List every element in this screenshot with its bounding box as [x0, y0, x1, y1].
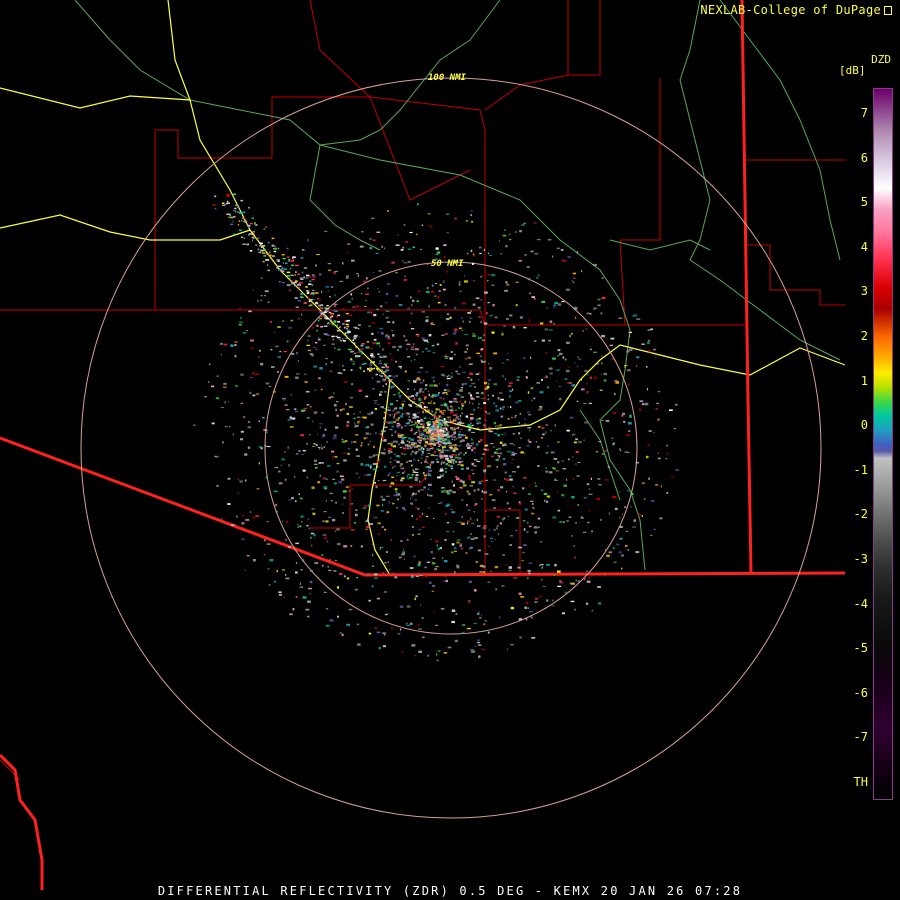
legend-tick-label: 1	[860, 373, 868, 388]
legend-tick-label: 4	[860, 239, 868, 254]
legend-tick-label: 0	[860, 418, 868, 433]
legend-tick-label: -3	[853, 552, 868, 566]
radar-viewport: 100 NMI 50 NMI NEXLAB-College of DuPage …	[0, 0, 900, 900]
legend-unit: [dB]	[839, 64, 866, 77]
legend-tick-label: -7	[853, 730, 868, 745]
legend-tick-label: -1	[853, 462, 868, 477]
legend-tick-label: -5	[853, 641, 868, 656]
highways	[0, 0, 846, 576]
legend-tick-label: 5	[860, 195, 868, 210]
legend-tick-label: 3	[860, 284, 868, 299]
credit-text: NEXLAB-College of DuPage	[700, 3, 881, 17]
legend-tick-label: -6	[853, 685, 868, 700]
legend-tick-label: -2	[853, 507, 868, 522]
state-borders	[0, 0, 846, 890]
range-ring-label-100: 100 NMI	[428, 73, 466, 83]
legend-tick-label: 7	[860, 106, 868, 120]
legend-title: DZD	[871, 53, 891, 66]
external-link-icon	[884, 6, 892, 15]
credit-link[interactable]: NEXLAB-College of DuPage	[700, 3, 892, 17]
radar-map	[0, 0, 846, 890]
rivers	[74, 0, 841, 571]
legend-tick-label: -4	[853, 596, 868, 611]
product-caption: DIFFERENTIAL REFLECTIVITY (ZDR) 0.5 DEG …	[157, 884, 743, 898]
legend-tick-label: 6	[860, 150, 868, 165]
range-ring-label-50: 50 NMI	[431, 259, 464, 269]
legend-tick-label: 2	[860, 329, 868, 343]
color-scale-bar	[873, 88, 893, 800]
legend-tick-label: TH	[853, 775, 868, 789]
